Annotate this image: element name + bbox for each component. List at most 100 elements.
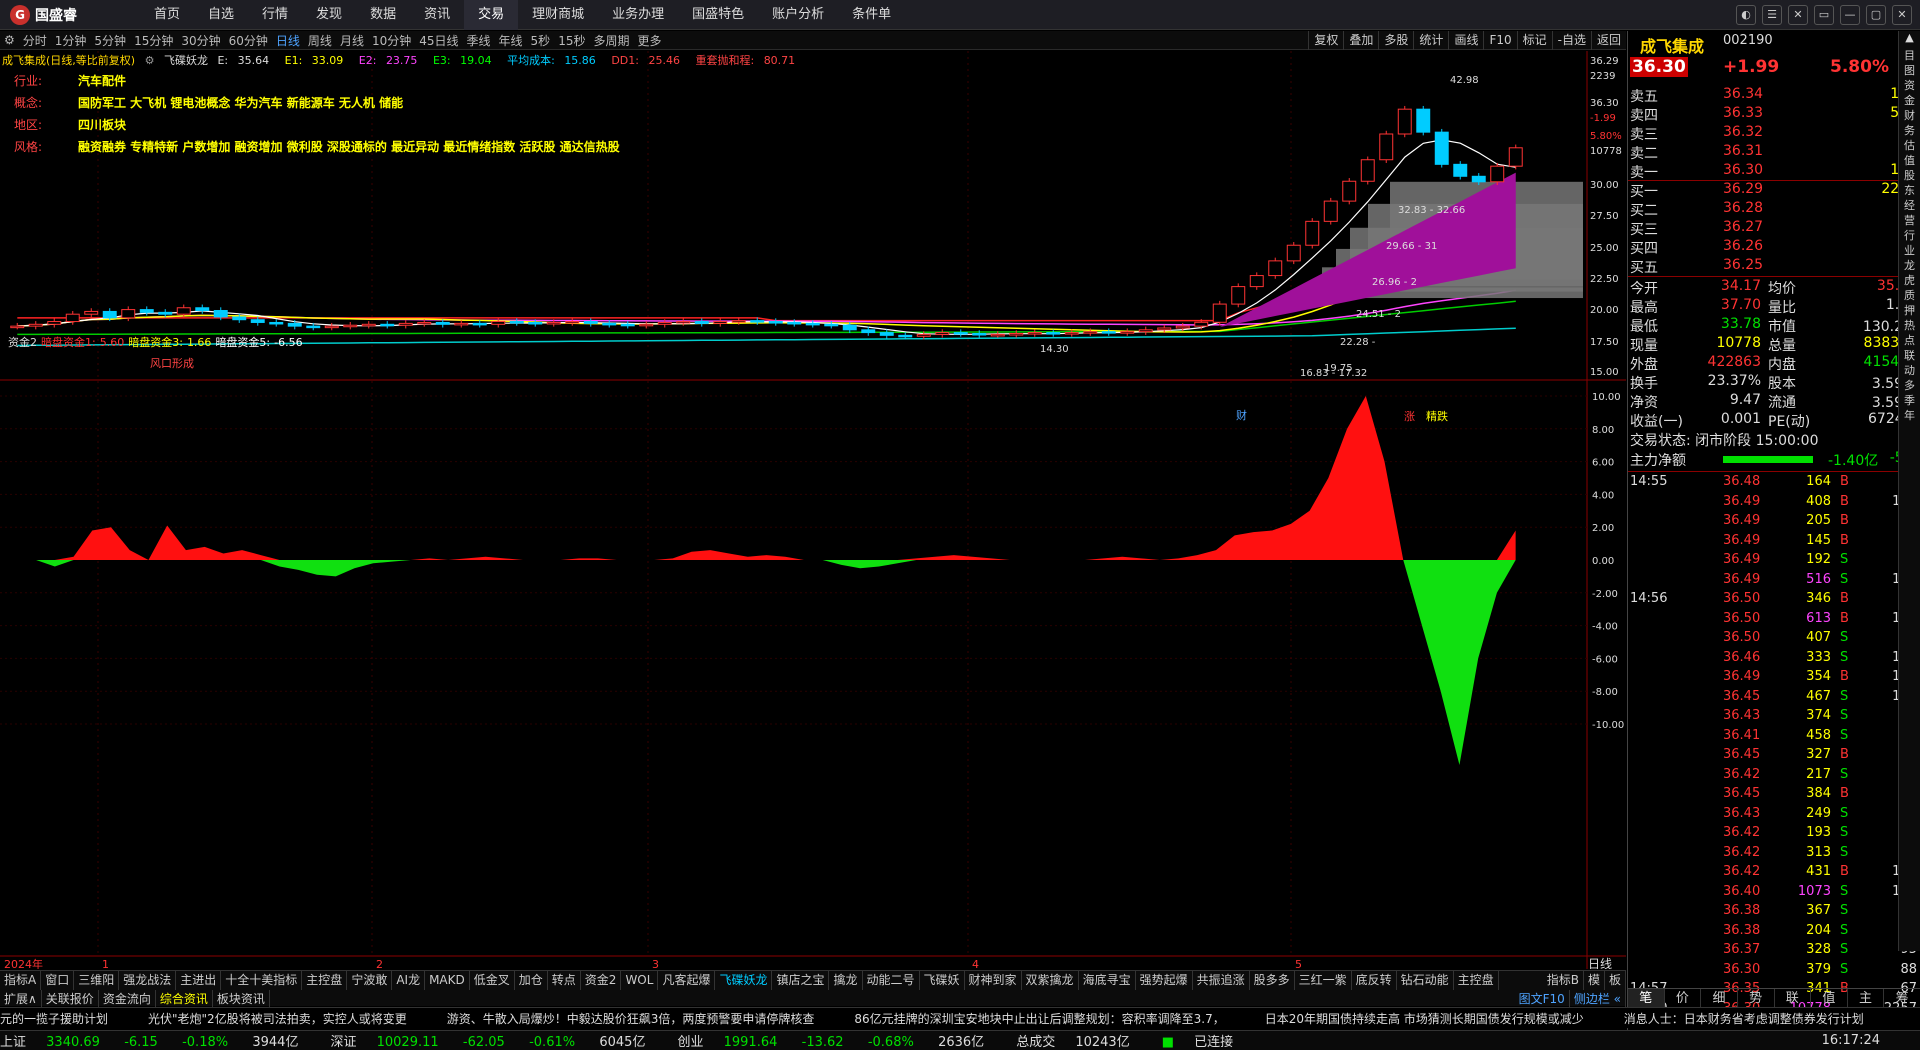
indicator-tab[interactable]: 凡客起爆 [658,971,716,990]
ask-price[interactable]: 36.30 [1723,162,1763,178]
info-tab[interactable]: 资金流向 [99,989,156,1007]
candle[interactable] [528,321,543,325]
candle[interactable] [1397,108,1412,135]
candle[interactable] [491,321,506,325]
settings-icon[interactable]: ⚙ [0,33,19,47]
indicator-tab[interactable]: AI龙 [392,971,426,990]
indicator-tab[interactable]: 三维阳 [74,971,120,990]
side-icon[interactable]: 行 [1904,229,1915,242]
indicator-tab[interactable]: 主控盘 [302,971,348,990]
candle[interactable] [1323,200,1338,222]
topmenu-item[interactable]: 业务办理 [598,0,678,30]
candle[interactable] [1379,133,1394,161]
indicator-tab[interactable]: MAKD [425,971,470,990]
candle[interactable] [1286,244,1301,262]
info-tab[interactable]: 关联报价 [42,989,99,1007]
candle[interactable] [121,309,136,319]
candle[interactable] [1490,165,1505,183]
quote-tab[interactable]: 笔 [1628,989,1665,1008]
topmenu-item[interactable]: 数据 [356,0,410,30]
candle[interactable] [139,309,154,313]
candle[interactable] [916,333,931,337]
sh-index[interactable]: 上证 3340.69 -6.15 -0.18% 3944亿 [0,1031,314,1050]
period-item[interactable]: 1分钟 [51,32,91,49]
candle[interactable] [787,321,802,325]
quote-tab[interactable]: 细 [1701,989,1738,1008]
candle[interactable] [583,321,598,324]
candle[interactable] [454,322,469,326]
candle[interactable] [1453,163,1468,177]
period-item[interactable]: 周线 [304,32,336,49]
quote-tab[interactable]: 势 [1738,989,1775,1008]
candle[interactable] [306,325,321,329]
chart-tool-button[interactable]: F10 [1483,31,1516,50]
candle[interactable] [713,321,728,324]
side-icon[interactable]: 年 [1904,409,1915,422]
candle[interactable] [657,321,672,325]
candle[interactable] [176,307,191,315]
candle[interactable] [546,321,561,325]
indicator-tab-right[interactable]: 模 [1584,971,1605,990]
profile-value[interactable]: 融资融券 专精特新 户数增加 融资增加 微利股 深股通标的 最近异动 最近情绪指… [78,140,620,154]
info-tab[interactable]: 板块资讯 [213,989,270,1007]
side-icon[interactable]: 图 [1904,64,1915,77]
indicator-tab[interactable]: 海底寻宝 [1079,971,1136,990]
candle[interactable] [1101,331,1116,334]
period-item[interactable]: 季线 [463,32,495,49]
bid-price[interactable]: 36.29 [1723,181,1763,197]
candle[interactable] [1249,275,1264,288]
news-item[interactable]: 元的一揽子援助计划 [0,1010,108,1027]
candle[interactable] [879,332,894,336]
side-icon[interactable]: 联 [1904,349,1915,362]
side-icon[interactable]: 估 [1904,139,1915,152]
ask-price[interactable]: 36.34 [1723,86,1763,102]
profile-value[interactable]: 四川板块 [78,118,126,132]
indicator-tab[interactable]: 转点 [548,971,581,990]
candle[interactable] [731,320,746,323]
candle[interactable] [158,311,173,315]
quote-tab[interactable]: 价 [1665,989,1702,1008]
chart-tool-button[interactable]: 统计 [1413,31,1448,50]
candle[interactable] [1231,286,1246,305]
candle[interactable] [1138,329,1153,333]
topmenu-item[interactable]: 国盛特色 [678,0,758,30]
candle[interactable] [1064,332,1079,335]
quote-tab[interactable]: 联 [1775,989,1812,1008]
candle[interactable] [435,321,450,325]
indicator-tab[interactable]: 钻石动能 [1397,971,1454,990]
candle[interactable] [380,323,395,327]
candle[interactable] [10,325,25,329]
indicator-tab[interactable]: 强势起爆 [1136,971,1193,990]
candle[interactable] [990,333,1005,337]
period-item[interactable]: 月线 [336,32,368,49]
candle[interactable] [269,321,284,325]
indicator-tab[interactable]: 窗口 [41,971,75,990]
connection-status[interactable]: ■ 已连接 [1162,1031,1249,1050]
side-icon[interactable]: 目 [1904,49,1915,62]
indicator-tab[interactable]: 擒龙 [829,971,863,990]
indicator-tab[interactable]: 股多多 [1250,971,1295,990]
ask-price[interactable]: 36.31 [1723,143,1763,159]
bid-price[interactable]: 36.25 [1723,257,1763,273]
ask-price[interactable]: 36.32 [1723,124,1763,140]
candle[interactable] [509,321,524,324]
bid-price[interactable]: 36.27 [1723,219,1763,235]
ask-price[interactable]: 36.33 [1723,105,1763,121]
candle[interactable] [361,323,376,327]
chart-tool-button[interactable]: 叠加 [1343,31,1378,50]
side-icon[interactable]: 业 [1904,244,1915,257]
topmenu-item[interactable]: 发现 [302,0,356,30]
candle[interactable] [195,307,210,312]
side-icon[interactable]: 押 [1904,304,1915,317]
side-icon[interactable]: 虎 [1904,274,1915,287]
candle[interactable] [694,321,709,324]
topmenu-item[interactable]: 交易 [464,0,519,30]
period-item[interactable]: 5分钟 [90,32,130,49]
side-icon[interactable]: 季 [1904,394,1915,407]
candle[interactable] [324,325,339,329]
candle[interactable] [842,324,857,331]
topmenu-item[interactable]: 账户分析 [758,0,838,30]
candle[interactable] [602,322,617,326]
candle[interactable] [1175,325,1190,329]
side-icon[interactable]: 质 [1904,289,1915,302]
